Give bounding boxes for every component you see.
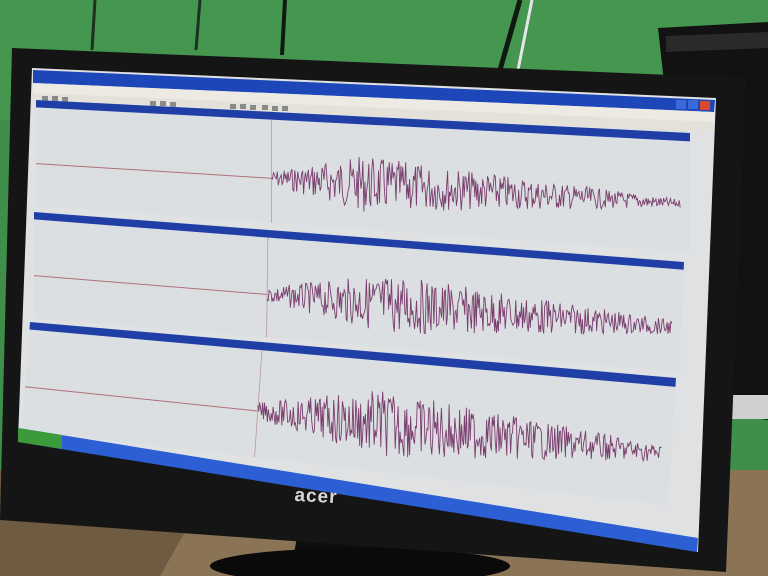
photo-scene	[0, 0, 768, 576]
monitor-brand-logo: acer	[293, 484, 339, 509]
maximize-icon[interactable]	[688, 100, 698, 109]
minimize-icon[interactable]	[676, 100, 686, 109]
close-icon[interactable]	[700, 101, 710, 110]
